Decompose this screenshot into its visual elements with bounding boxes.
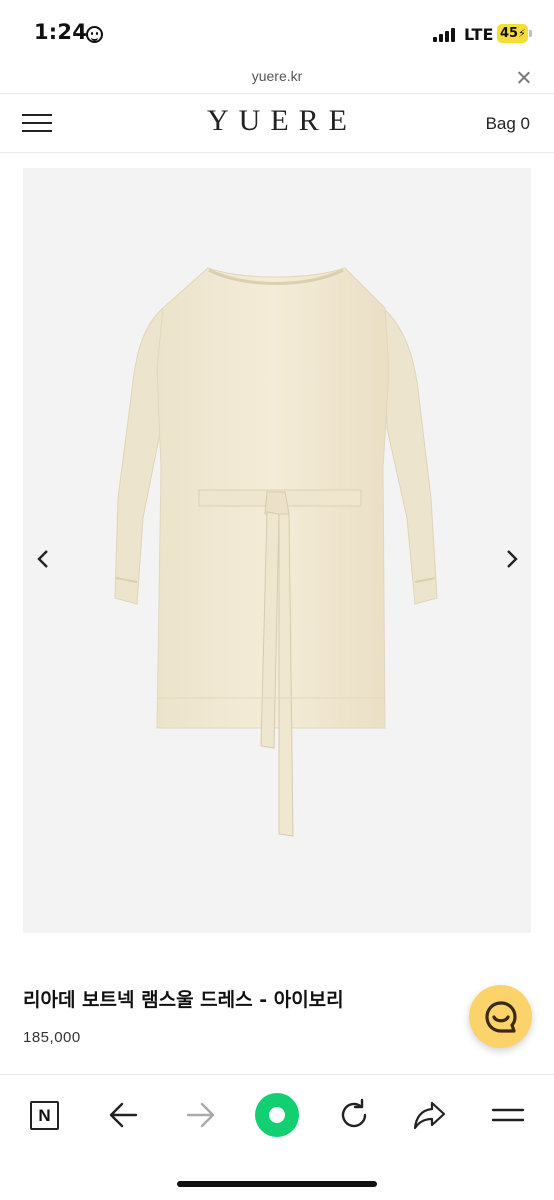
bolt-icon: ⚡ — [518, 27, 526, 40]
back-arrow-icon[interactable] — [104, 1095, 144, 1135]
bag-link[interactable]: Bag 0 — [486, 114, 530, 134]
share-icon[interactable] — [410, 1095, 450, 1135]
url-bar[interactable]: yuere.kr — [0, 62, 554, 94]
green-home-dot-icon[interactable] — [255, 1093, 299, 1137]
home-indicator — [177, 1181, 377, 1187]
status-bar: 1:24 LTE 45⚡ — [0, 0, 554, 62]
chat-button[interactable] — [469, 985, 532, 1048]
status-time: 1:24 — [34, 20, 88, 44]
previous-image-arrow-icon[interactable] — [33, 548, 55, 570]
forward-arrow-icon[interactable] — [180, 1095, 220, 1135]
network-label: LTE — [464, 25, 494, 44]
product-title: 리아데 보트넥 램스울 드레스 - 아이보리 — [23, 989, 344, 1011]
battery-level: 45 — [500, 26, 519, 41]
signal-bars-icon — [433, 28, 457, 42]
menu-lines-icon[interactable] — [488, 1095, 528, 1135]
dress-image — [114, 267, 438, 837]
battery-charging-icon: 45⚡ — [497, 24, 528, 43]
battery-tip — [529, 30, 532, 37]
smiley-face-icon — [86, 26, 103, 43]
site-logo[interactable]: YUERE — [0, 104, 554, 138]
site-header: YUERE Bag 0 — [0, 95, 554, 153]
next-image-arrow-icon[interactable] — [500, 548, 522, 570]
reload-icon[interactable] — [334, 1095, 374, 1135]
naver-n-icon[interactable]: N — [26, 1095, 66, 1135]
product-price: 185,000 — [23, 1029, 81, 1046]
url-text[interactable]: yuere.kr — [0, 68, 554, 84]
chat-bubble-icon — [485, 1001, 517, 1033]
close-icon[interactable] — [516, 70, 532, 86]
product-image[interactable] — [23, 168, 531, 933]
